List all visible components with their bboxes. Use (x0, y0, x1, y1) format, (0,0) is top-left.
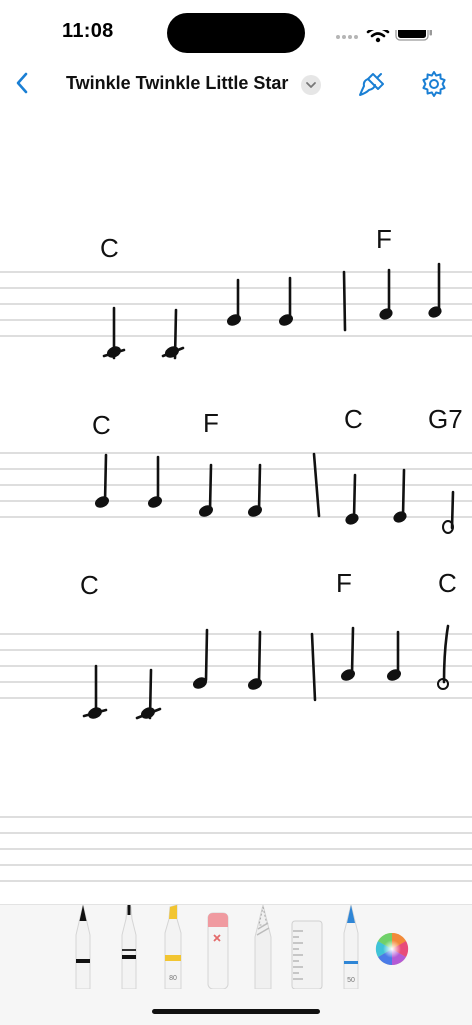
notes-system-3 (82, 624, 450, 720)
crayon-width-label: 50 (347, 977, 355, 984)
chord-label: F (336, 568, 352, 598)
markup-brush-icon[interactable] (356, 68, 388, 100)
notes-system-2 (95, 452, 455, 534)
staff-lines (0, 271, 472, 882)
notes-system-1 (102, 262, 442, 360)
markup-toolbar: 80 50 (0, 904, 472, 1025)
status-icons (336, 30, 432, 43)
home-indicator[interactable] (152, 1009, 320, 1014)
document-title[interactable]: Twinkle Twinkle Little Star (66, 73, 288, 94)
chord-label: C (100, 233, 119, 263)
sheet-music-drawing: C F C F C G7 C F C (0, 224, 472, 882)
chord-label: C (92, 410, 111, 440)
chord-label: C (80, 570, 99, 600)
chord-label: C (344, 404, 363, 434)
back-chevron-icon[interactable] (10, 68, 40, 98)
chord-label: G7 (428, 404, 463, 434)
nav-bar: Twinkle Twinkle Little Star (0, 62, 472, 109)
monoline-pen-tool[interactable] (118, 903, 140, 989)
chord-label: C (438, 568, 457, 598)
lasso-tool[interactable] (252, 903, 274, 989)
status-time: 11:08 (62, 20, 114, 42)
highlighter-width-label: 80 (169, 975, 177, 982)
cellular-signal-icon (336, 35, 358, 39)
status-bar: 11:08 (0, 0, 472, 62)
crayon-tool[interactable]: 50 (340, 903, 362, 989)
chord-label: F (376, 224, 392, 254)
drawing-canvas[interactable]: C F C F C G7 C F C (0, 108, 472, 904)
gear-icon[interactable] (418, 68, 450, 100)
ruler-tool[interactable] (290, 919, 324, 989)
chevron-down-icon (306, 82, 316, 88)
highlighter-tool[interactable]: 80 (162, 903, 184, 989)
wifi-icon (366, 30, 390, 43)
pen-tool[interactable] (72, 903, 94, 989)
color-picker-icon[interactable] (375, 932, 409, 966)
chord-label: F (203, 408, 219, 438)
title-menu-button[interactable] (301, 75, 321, 95)
eraser-tool[interactable] (206, 911, 230, 989)
battery-icon (395, 30, 432, 41)
dynamic-island (167, 13, 305, 53)
